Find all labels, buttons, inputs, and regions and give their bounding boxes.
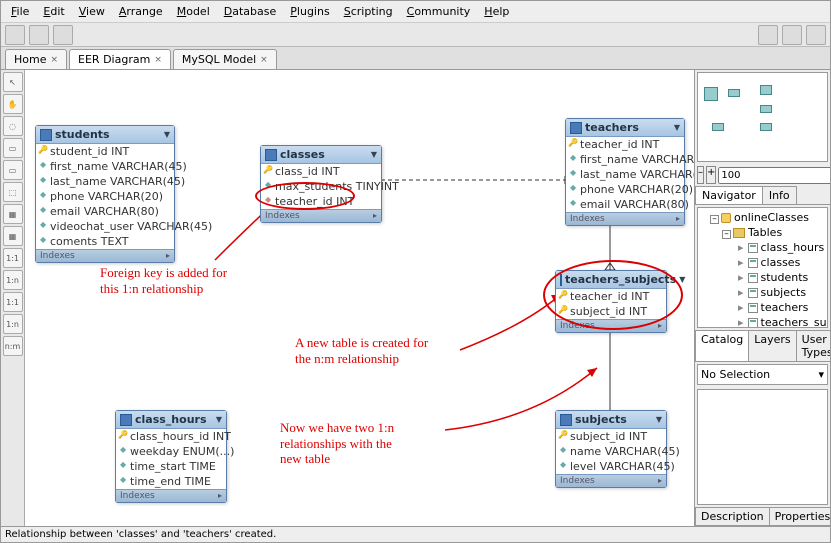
main-toolbar [1, 23, 830, 47]
toolbar-button[interactable] [53, 25, 73, 45]
tab-usertypes[interactable]: User Types [796, 330, 830, 362]
menubar: FileEditViewArrangeModelDatabasePluginsS… [1, 1, 830, 23]
tool-button[interactable]: 1:1 [3, 248, 23, 268]
tool-button[interactable]: ▦ [3, 204, 23, 224]
document-tabs: Home×EER Diagram×MySQL Model× [1, 47, 830, 70]
tree-table-classes[interactable]: ▸ classes [700, 255, 825, 270]
tab-catalog[interactable]: Catalog [695, 330, 749, 362]
tree-table-teachers[interactable]: ▸ teachers [700, 300, 825, 315]
tool-button[interactable]: ▦ [3, 226, 23, 246]
tree-table-students[interactable]: ▸ students [700, 270, 825, 285]
annotation-text: Foreign key is added for this 1:n relati… [100, 265, 227, 296]
entity-teachers[interactable]: teachers▼teacher_id INTfirst_name VARCHA… [565, 118, 685, 226]
tree-table-subjects[interactable]: ▸ subjects [700, 285, 825, 300]
toolbar-button[interactable] [5, 25, 25, 45]
menu-arrange[interactable]: Arrange [113, 3, 169, 20]
zoom-in-button[interactable]: + [706, 166, 716, 184]
annotation-text: A new table is created for the n:m relat… [295, 335, 428, 366]
tree-table-teachers_subjects[interactable]: ▸ teachers_subjects [700, 315, 825, 328]
selection-dropdown[interactable]: No Selection [697, 364, 828, 385]
tree-table-class_hours[interactable]: ▸ class_hours [700, 240, 825, 255]
diagram-canvas[interactable]: students▼student_id INTfirst_name VARCHA… [25, 70, 695, 526]
close-icon[interactable]: × [260, 55, 268, 65]
entity-classes[interactable]: classes▼class_id INTmax_students TINYINT… [260, 145, 382, 223]
tool-button[interactable]: 1:n [3, 314, 23, 334]
catalog-tree[interactable]: –onlineClasses –Tables ▸ class_hours▸ cl… [697, 207, 828, 328]
tool-button[interactable]: ✋ [3, 94, 23, 114]
tool-button[interactable]: ↖ [3, 72, 23, 92]
close-icon[interactable]: × [50, 55, 58, 65]
menu-view[interactable]: View [73, 3, 111, 20]
tool-button[interactable]: 1:n [3, 270, 23, 290]
close-icon[interactable]: × [154, 55, 162, 65]
tool-button[interactable]: 1:1 [3, 292, 23, 312]
toolbar-button[interactable] [758, 25, 778, 45]
menu-edit[interactable]: Edit [37, 3, 70, 20]
tool-button[interactable]: ▭ [3, 160, 23, 180]
tab-properties[interactable]: Properties [769, 507, 830, 526]
tab-home[interactable]: Home× [5, 49, 67, 69]
tab-navigator[interactable]: Navigator [695, 186, 763, 204]
status-bar: Relationship between 'classes' and 'teac… [1, 526, 830, 542]
tab-eer-diagram[interactable]: EER Diagram× [69, 49, 171, 69]
tab-description[interactable]: Description [695, 507, 770, 526]
menu-help[interactable]: Help [478, 3, 515, 20]
menu-model[interactable]: Model [171, 3, 216, 20]
menu-plugins[interactable]: Plugins [284, 3, 335, 20]
side-panel: – + ▾ Navigator Info –onlineClasses –Tab… [695, 70, 830, 526]
toolbar-button[interactable] [806, 25, 826, 45]
annotation-text: Now we have two 1:n relationships with t… [280, 420, 394, 467]
tab-mysql-model[interactable]: MySQL Model× [173, 49, 277, 69]
tool-palette: ↖✋◌▭▭⬚▦▦1:11:n1:11:nn:m [1, 70, 25, 526]
toolbar-button[interactable] [782, 25, 802, 45]
entity-class-hours[interactable]: class_hours▼class_hours_id INTweekday EN… [115, 410, 227, 503]
tab-info[interactable]: Info [762, 186, 797, 204]
zoom-out-button[interactable]: – [697, 166, 704, 184]
tool-button[interactable]: n:m [3, 336, 23, 356]
zoom-input[interactable] [718, 167, 830, 184]
menu-community[interactable]: Community [401, 3, 477, 20]
tool-button[interactable]: ◌ [3, 116, 23, 136]
menu-scripting[interactable]: Scripting [338, 3, 399, 20]
entity-subjects[interactable]: subjects▼subject_id INTname VARCHAR(45)l… [555, 410, 667, 488]
tool-button[interactable]: ▭ [3, 138, 23, 158]
toolbar-button[interactable] [29, 25, 49, 45]
entity-students[interactable]: students▼student_id INTfirst_name VARCHA… [35, 125, 175, 263]
menu-file[interactable]: File [5, 3, 35, 20]
tab-layers[interactable]: Layers [748, 330, 796, 362]
navigator-tabs: Navigator Info [695, 186, 830, 205]
tool-button[interactable]: ⬚ [3, 182, 23, 202]
menu-database[interactable]: Database [218, 3, 283, 20]
entity-teachers-subjects[interactable]: teachers_subjects▼teacher_id INTsubject_… [555, 270, 667, 333]
navigator-minimap[interactable] [697, 72, 828, 162]
